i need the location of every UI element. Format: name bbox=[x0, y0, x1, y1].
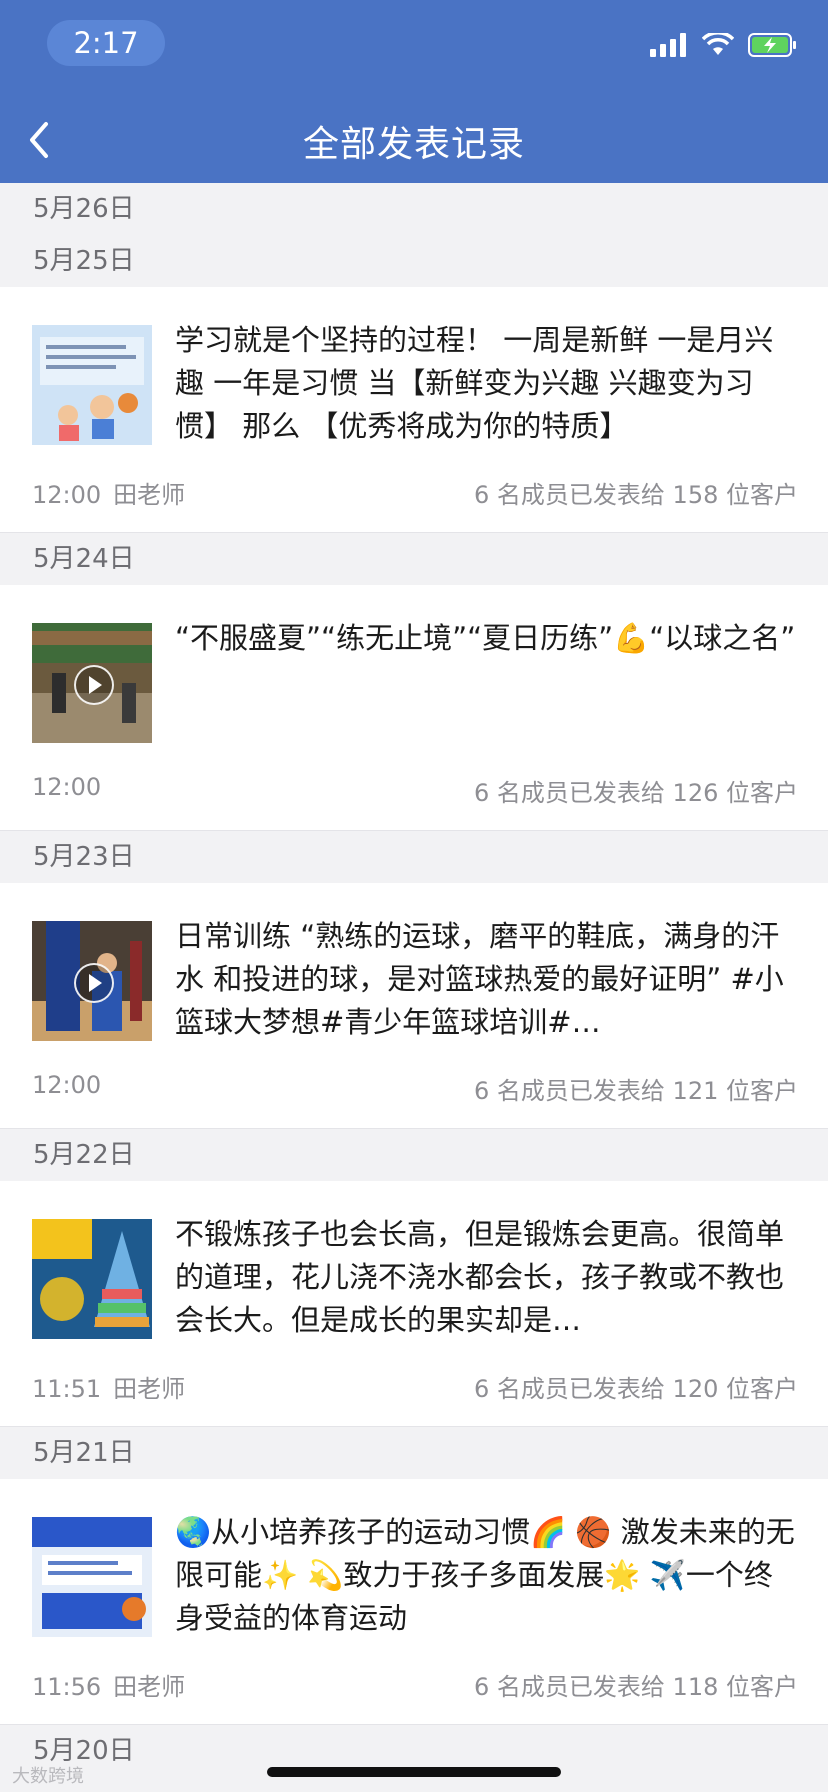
post-stats: 6 名成员已发表给 121 位客户 bbox=[474, 1077, 798, 1105]
nav-bar: 2:17 全部发表记录 bbox=[0, 0, 828, 183]
flyer-image bbox=[32, 1517, 152, 1637]
post-stats: 6 名成员已发表给 118 位客户 bbox=[474, 1673, 798, 1701]
post-time: 12:00 bbox=[32, 1071, 102, 1099]
watermark: 大数跨境 bbox=[12, 1766, 84, 1787]
page-title: 全部发表记录 bbox=[302, 124, 525, 165]
post-author: 田老师 bbox=[113, 481, 186, 509]
post-text: 日常训练 “熟练的运球，磨平的鞋底，满身的汗水 和投进的球，是对篮球热爱的最好证… bbox=[175, 919, 784, 1039]
post-meta: 11:56 田老师 bbox=[32, 1667, 185, 1702]
post-card[interactable]: 学习就是个坚持的过程！ 一周是新鲜 一是月兴趣 一年是习惯 当【新鲜变为兴趣 兴… bbox=[0, 287, 828, 533]
date-header: 5月25日 bbox=[0, 235, 828, 287]
post-card[interactable]: “不服盛夏”“练无止境”“夏日历练”💪“以球之名” 12:00 6 名成员已发表… bbox=[0, 585, 828, 831]
play-icon[interactable] bbox=[74, 963, 114, 1003]
status-time: 2:17 bbox=[47, 20, 165, 66]
post-time: 11:51 bbox=[32, 1375, 102, 1403]
post-meta: 12:00 bbox=[32, 1071, 113, 1099]
post-meta: 11:51 田老师 bbox=[32, 1369, 185, 1404]
post-time: 11:56 bbox=[32, 1673, 102, 1701]
post-author: 田老师 bbox=[113, 1375, 186, 1403]
home-indicator[interactable] bbox=[267, 1767, 561, 1777]
status-icons bbox=[650, 32, 798, 58]
date-header: 5月24日 bbox=[0, 533, 828, 585]
post-text: 🌏从小培养孩子的运动习惯🌈 🏀 激发未来的无限可能✨ 💫致力于孩子多面发展🌟 ✈… bbox=[175, 1515, 795, 1635]
post-thumbnail[interactable] bbox=[32, 623, 152, 743]
post-meta: 12:00 bbox=[32, 773, 113, 801]
post-stats: 6 名成员已发表给 120 位客户 bbox=[474, 1375, 798, 1403]
post-feed[interactable]: 5月26日 5月25日 学习就是个坚持的过程！ 一周是新鲜 一是月兴趣 一年是习… bbox=[0, 183, 828, 1777]
post-meta: 12:00 田老师 bbox=[32, 475, 185, 510]
post-thumbnail[interactable] bbox=[32, 1517, 152, 1637]
post-author: 田老师 bbox=[113, 1673, 186, 1701]
post-card[interactable]: 🌏从小培养孩子的运动习惯🌈 🏀 激发未来的无限可能✨ 💫致力于孩子多面发展🌟 ✈… bbox=[0, 1479, 828, 1725]
post-card[interactable]: 不锻炼孩子也会长高，但是锻炼会更高。很简单的道理，花儿浇不浇水都会长，孩子教或不… bbox=[0, 1181, 828, 1427]
battery-charging-icon bbox=[748, 33, 796, 57]
signal-icon bbox=[650, 33, 686, 57]
post-thumbnail[interactable] bbox=[32, 921, 152, 1041]
pyramid-image bbox=[32, 1219, 152, 1339]
post-card[interactable]: 日常训练 “熟练的运球，磨平的鞋底，满身的汗水 和投进的球，是对篮球热爱的最好证… bbox=[0, 883, 828, 1129]
post-thumbnail[interactable] bbox=[32, 325, 152, 445]
play-icon[interactable] bbox=[74, 665, 114, 705]
post-text: 不锻炼孩子也会长高，但是锻炼会更高。很简单的道理，花儿浇不浇水都会长，孩子教或不… bbox=[175, 1217, 785, 1337]
date-header: 5月22日 bbox=[0, 1129, 828, 1181]
date-header: 5月26日 bbox=[0, 183, 828, 235]
post-stats: 6 名成员已发表给 158 位客户 bbox=[474, 481, 798, 509]
post-text: 学习就是个坚持的过程！ 一周是新鲜 一是月兴趣 一年是习惯 当【新鲜变为兴趣 兴… bbox=[175, 323, 774, 443]
poster-image bbox=[32, 325, 152, 445]
post-thumbnail[interactable] bbox=[32, 1219, 152, 1339]
post-time: 12:00 bbox=[32, 773, 102, 801]
post-stats: 6 名成员已发表给 126 位客户 bbox=[474, 779, 798, 807]
wifi-icon bbox=[702, 33, 734, 55]
post-text: “不服盛夏”“练无止境”“夏日历练”💪“以球之名” bbox=[175, 621, 796, 655]
date-header: 5月21日 bbox=[0, 1427, 828, 1479]
date-header: 5月23日 bbox=[0, 831, 828, 883]
post-time: 12:00 bbox=[32, 481, 102, 509]
